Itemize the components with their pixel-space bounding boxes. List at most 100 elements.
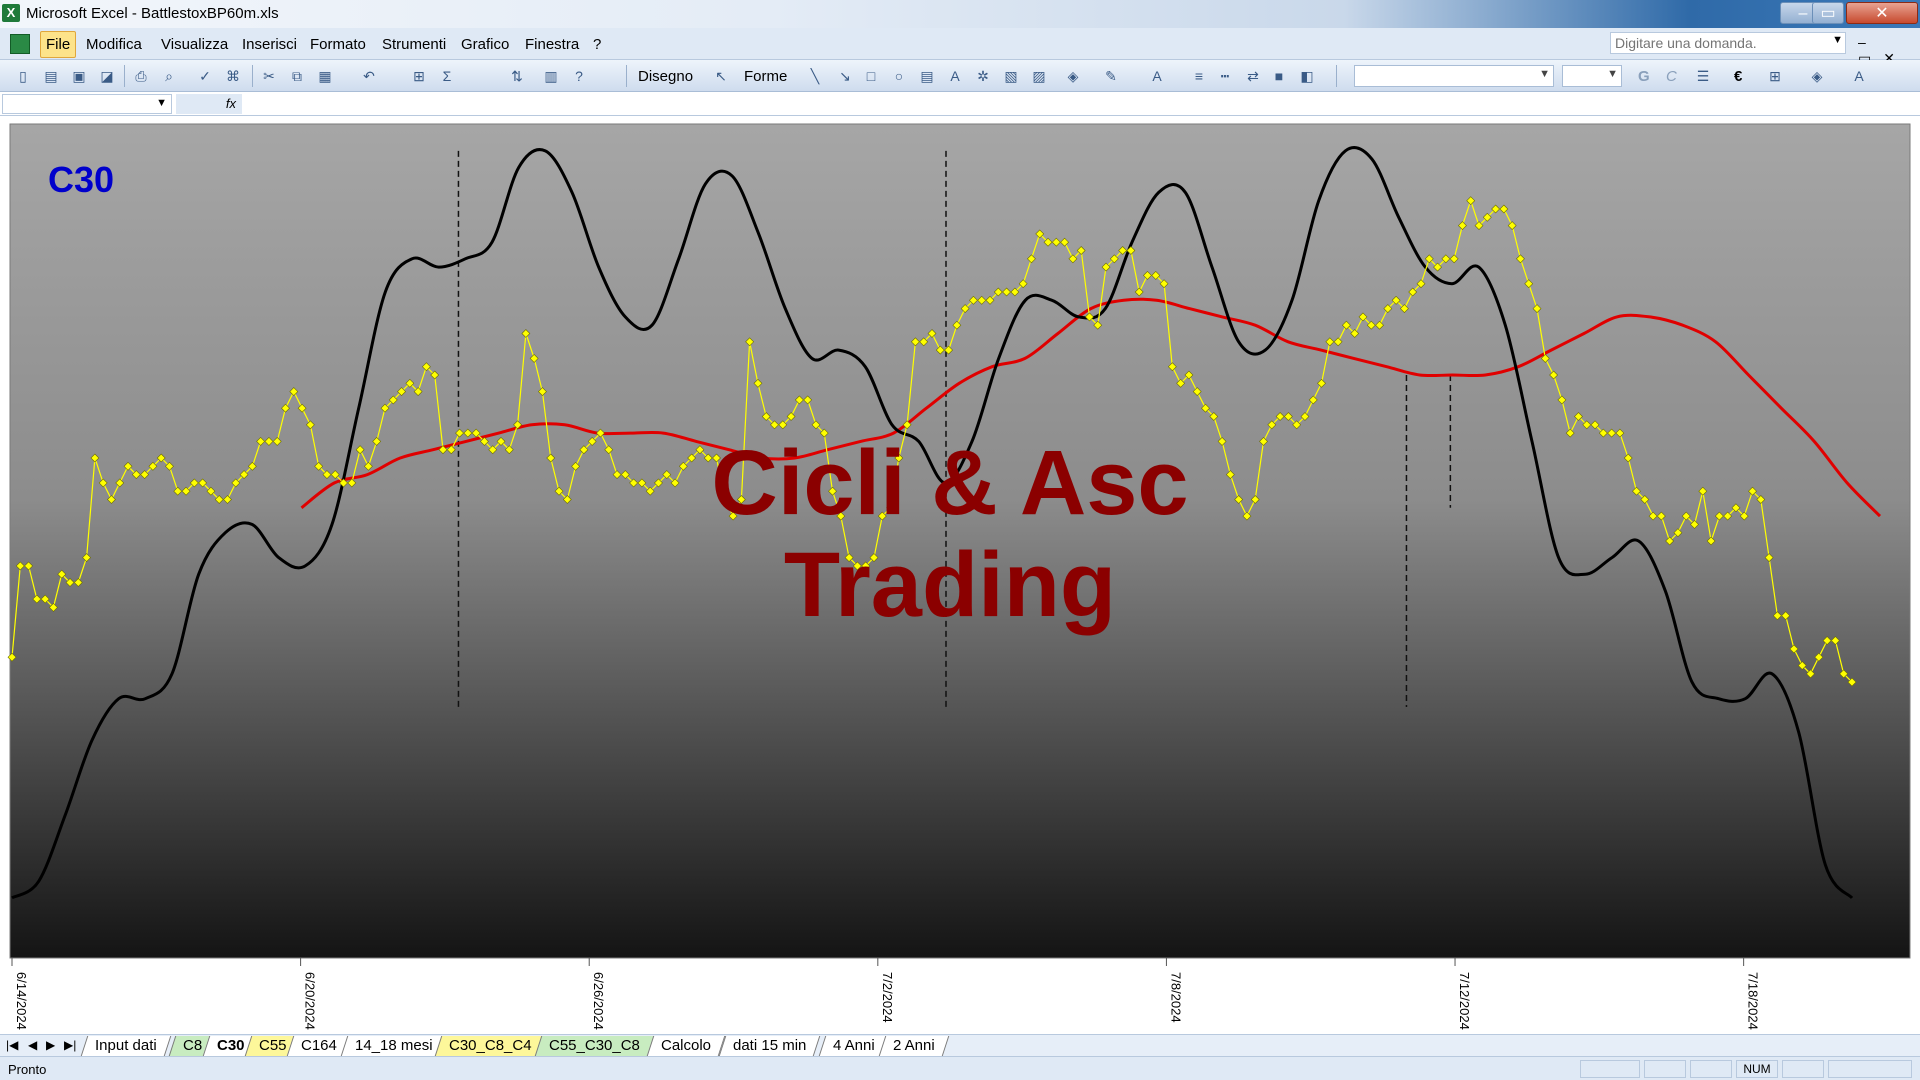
toolbar-separator <box>124 65 125 87</box>
line-style-icon[interactable]: ≡ <box>1190 68 1208 84</box>
arrow-style-icon[interactable]: ⇄ <box>1244 68 1262 84</box>
print-icon[interactable]: ⎙ <box>132 68 150 84</box>
x-tick-label: 6/20/2024 <box>303 972 318 1030</box>
help-icon[interactable]: ? <box>570 68 588 84</box>
line-icon[interactable]: ╲ <box>806 68 824 84</box>
font-name-combo[interactable]: ▼ <box>1354 65 1554 87</box>
status-num: NUM <box>1736 1060 1778 1078</box>
borders-icon[interactable]: ⊞ <box>1766 68 1784 84</box>
sheet-tab-label: 2 Anni <box>893 1037 935 1054</box>
font-size-combo[interactable]: ▼ <box>1562 65 1622 87</box>
new-document-icon[interactable]: ▯ <box>14 68 32 84</box>
last-sheet-icon[interactable]: ▶| <box>64 1038 76 1052</box>
chevron-down-icon[interactable]: ▼ <box>1539 68 1550 80</box>
drawing-menu[interactable]: Disegno <box>638 68 693 85</box>
textbox-icon[interactable]: ▤ <box>918 68 936 84</box>
sheet-tab-label: C55 <box>259 1037 287 1054</box>
status-cell <box>1690 1060 1732 1078</box>
align-center-icon[interactable]: ☰ <box>1694 68 1712 84</box>
fill-color-icon[interactable]: ◈ <box>1064 68 1082 84</box>
sort-icon[interactable]: ⇅ <box>508 68 526 84</box>
undo-icon[interactable]: ↶ <box>360 68 378 84</box>
status-text: Pronto <box>8 1062 47 1077</box>
autosum-icon[interactable]: Σ <box>438 68 456 84</box>
menu-visualizza[interactable]: Visualizza <box>157 36 232 53</box>
copy-icon[interactable]: ⧉ <box>288 68 306 84</box>
previous-sheet-icon[interactable]: ◀ <box>28 1038 37 1052</box>
menu-bar: File Modifica Visualizza Inserisci Forma… <box>0 28 1920 66</box>
cycle-chart[interactable]: 6/14/2024 6/20/2024 6/26/2024 7/2/2024 7/8/2… <box>0 116 1920 1034</box>
diagram-icon[interactable]: ✲ <box>974 68 992 84</box>
sheet-tab-label: Input dati <box>95 1037 157 1054</box>
wordart-icon[interactable]: A <box>946 68 964 84</box>
currency-button[interactable]: € <box>1734 68 1742 85</box>
help-search-input[interactable] <box>1611 33 1821 53</box>
title-bar: X Microsoft Excel - BattlestoxBP60m.xls … <box>0 0 1920 28</box>
workbook-icon[interactable] <box>10 34 30 54</box>
print-preview-icon[interactable]: ⌕ <box>160 68 178 84</box>
first-sheet-icon[interactable]: |◀ <box>6 1038 18 1052</box>
close-window-button[interactable]: ✕ <box>1846 2 1918 24</box>
sheet-tab[interactable]: 14_18 mesi <box>340 1036 447 1056</box>
arrow-icon[interactable]: ↘ <box>836 68 854 84</box>
open-folder-icon[interactable]: ▤ <box>42 68 60 84</box>
formula-bar: ▼ fx <box>0 92 1920 116</box>
name-box[interactable]: ▼ <box>2 94 172 114</box>
picture-icon[interactable]: ▨ <box>1030 68 1048 84</box>
save-icon[interactable]: ▣ <box>70 68 88 84</box>
permission-icon[interactable]: ◪ <box>98 68 116 84</box>
menu-modifica[interactable]: Modifica <box>82 36 146 53</box>
chart-wizard-icon[interactable]: ▥ <box>542 68 560 84</box>
sheet-tab-label: C30_C8_C4 <box>449 1037 532 1054</box>
research-icon[interactable]: ⌘ <box>224 68 242 84</box>
font-color-cell-icon[interactable]: A <box>1850 68 1868 84</box>
menu-strumenti[interactable]: Strumenti <box>378 36 450 53</box>
shadow-icon[interactable]: ■ <box>1270 68 1288 84</box>
paste-icon[interactable]: ▦ <box>316 68 334 84</box>
sheet-tab[interactable]: 2 Anni <box>878 1036 949 1056</box>
menu-formato[interactable]: Formato <box>306 36 370 53</box>
sheet-tab[interactable]: C30_C8_C4 <box>434 1036 546 1056</box>
insert-function-icon[interactable]: fx <box>176 94 242 114</box>
x-tick-label: 6/14/2024 <box>14 972 29 1030</box>
menu-inserisci[interactable]: Inserisci <box>238 36 301 53</box>
watermark-line2: Trading <box>784 534 1116 636</box>
menu-help[interactable]: ? <box>589 36 605 53</box>
chart-sheet[interactable]: 6/14/2024 6/20/2024 6/26/2024 7/2/2024 7/8/2… <box>0 116 1920 1034</box>
autoshapes-menu[interactable]: Forme <box>744 68 787 85</box>
status-cell <box>1580 1060 1640 1078</box>
sheet-tab-label: C55_C30_C8 <box>549 1037 640 1054</box>
spelling-icon[interactable]: ✓ <box>196 68 214 84</box>
help-search-box[interactable]: ▼ <box>1610 32 1846 54</box>
fill-color-cell-icon[interactable]: ◈ <box>1808 68 1826 84</box>
next-sheet-icon[interactable]: ▶ <box>46 1038 55 1052</box>
menu-file[interactable]: File <box>40 31 77 58</box>
maximize-button[interactable]: ▭ <box>1812 2 1844 24</box>
hyperlink-icon[interactable]: ⊞ <box>410 68 428 84</box>
select-pointer-icon[interactable]: ↖ <box>712 68 730 84</box>
oval-icon[interactable]: ○ <box>890 68 908 84</box>
sheet-tab[interactable]: Input dati <box>80 1036 171 1056</box>
watermark-line1: Cicli & Asc <box>711 432 1188 534</box>
sheet-tab-bar: |◀ ◀ ▶ ▶| Input dati C8 C30 C55 C164 14_18 me… <box>0 1034 1920 1056</box>
sheet-tab[interactable]: C55_C30_C8 <box>534 1036 655 1056</box>
menu-grafico[interactable]: Grafico <box>457 36 513 53</box>
font-color-icon[interactable]: A <box>1148 68 1166 84</box>
rectangle-icon[interactable]: □ <box>862 68 880 84</box>
sheet-tab-label: C164 <box>301 1037 337 1054</box>
italic-button[interactable]: C <box>1666 68 1677 85</box>
menu-finestra[interactable]: Finestra <box>521 36 583 53</box>
dash-style-icon[interactable]: ┅ <box>1216 68 1234 84</box>
cut-icon[interactable]: ✂ <box>260 68 278 84</box>
excel-icon[interactable]: X <box>2 4 20 22</box>
clipart-icon[interactable]: ▧ <box>1002 68 1020 84</box>
chevron-down-icon[interactable]: ▼ <box>156 97 167 109</box>
chevron-down-icon[interactable]: ▼ <box>1832 34 1843 46</box>
sheet-tab[interactable]: dati 15 min <box>718 1036 821 1056</box>
sheet-tab-label: dati 15 min <box>733 1037 807 1054</box>
bold-button[interactable]: G <box>1638 68 1650 85</box>
3d-icon[interactable]: ◧ <box>1298 68 1316 84</box>
line-color-icon[interactable]: ✎ <box>1102 68 1120 84</box>
chevron-down-icon[interactable]: ▼ <box>1607 68 1618 80</box>
sheet-tab[interactable]: Calcolo <box>646 1036 726 1056</box>
